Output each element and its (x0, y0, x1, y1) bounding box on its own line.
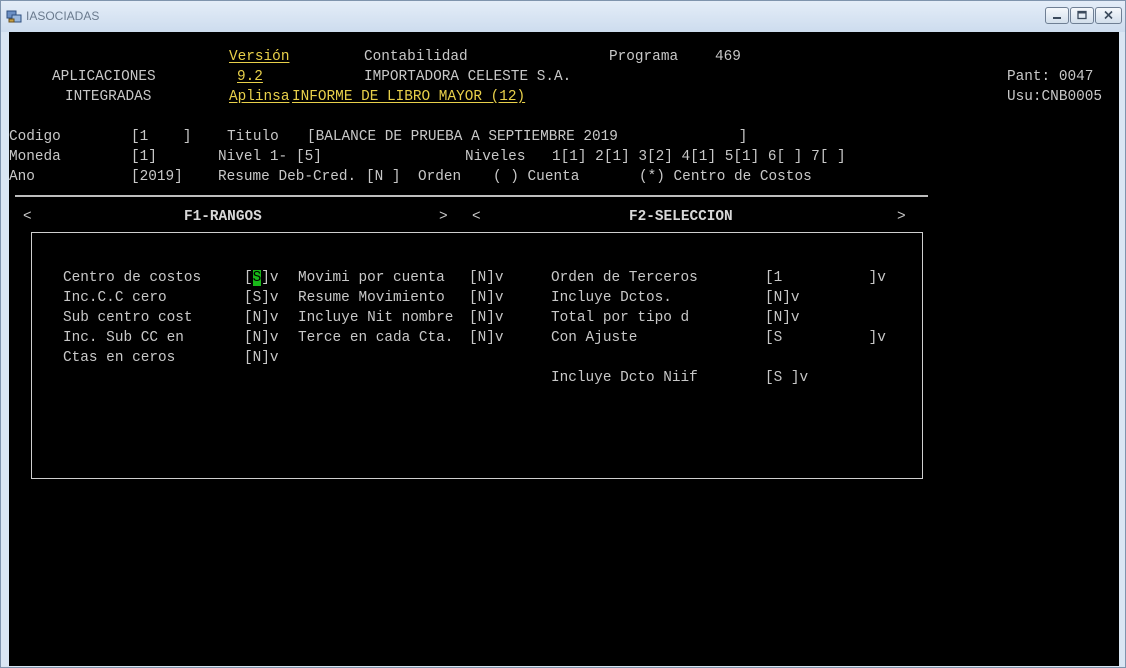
nivel-field[interactable]: [5] (296, 147, 322, 167)
resume-movimiento-label: Resume Movimiento (298, 290, 445, 306)
report-title: INFORME DE LIBRO MAYOR (12) (292, 89, 526, 105)
con-ajuste-field[interactable]: [S ]v (765, 328, 886, 348)
incluye-dctos-label: Incluye Dctos. (551, 290, 672, 306)
incluye-dctos-field[interactable]: [N]v (765, 288, 800, 308)
moneda-field[interactable]: [1] (131, 147, 157, 167)
ctas-ceros-field[interactable]: [N]v (244, 348, 279, 368)
f1-next-arrow[interactable]: > (439, 207, 448, 227)
terce-cta-label: Terce en cada Cta. (298, 330, 454, 346)
window-title: IASOCIADAS (26, 9, 100, 23)
minimize-button[interactable] (1045, 7, 1069, 24)
ano-field[interactable]: [2019] (131, 167, 183, 187)
incluye-nit-label: Incluye Nit nombre (298, 310, 454, 326)
resume-movimiento-field[interactable]: [N]v (469, 288, 504, 308)
terce-cta-field[interactable]: [N]v (469, 328, 504, 348)
movimi-cuenta-field[interactable]: [N]v (469, 268, 504, 288)
company-name: IMPORTADORA CELESTE S.A. (364, 69, 572, 85)
integrated-label: INTEGRADAS (65, 89, 152, 105)
application-window: IASOCIADAS Versión Contabilidad Programa… (0, 0, 1126, 668)
close-button[interactable] (1095, 7, 1122, 24)
separator (15, 195, 928, 197)
version-label: Versión (229, 49, 290, 65)
app-icon (6, 10, 22, 23)
total-tipo-field[interactable]: [N]v (765, 308, 800, 328)
ctas-ceros-label: Ctas en ceros (63, 350, 176, 366)
ano-label: Ano (9, 169, 35, 185)
panel-bottom-border (31, 478, 923, 479)
user-code: Usu:CNB0005 (1007, 89, 1102, 105)
title-bar[interactable]: IASOCIADAS (1, 1, 1125, 32)
movimi-cuenta-label: Movimi por cuenta (298, 270, 445, 286)
f2-prev-arrow[interactable]: < (472, 207, 481, 227)
incluye-nit-field[interactable]: [N]v (469, 308, 504, 328)
codigo-field[interactable]: [1 ] (131, 127, 191, 147)
orden-label: Orden (418, 169, 462, 185)
screen-number: Pant: 0047 (1007, 69, 1094, 85)
text-cursor[interactable]: S (252, 270, 262, 286)
niveles-label: Niveles (465, 149, 526, 165)
program-label: Programa (609, 49, 679, 65)
panel-left-border (31, 232, 32, 479)
module-name: Contabilidad (364, 49, 468, 65)
con-ajuste-label: Con Ajuste (551, 330, 638, 346)
orden-centro-option[interactable]: (*) Centro de Costos (639, 167, 812, 187)
sub-centro-label: Sub centro cost (63, 310, 193, 326)
titulo-label: Titulo (227, 129, 279, 145)
inc-sub-cc-label: Inc. Sub CC en (63, 330, 184, 346)
codigo-label: Codigo (9, 129, 61, 145)
bracket-close: ]v (261, 270, 279, 286)
incluye-niif-label: Incluye Dcto Niif (551, 370, 698, 386)
panel-top-border (31, 232, 923, 233)
version-value: 9.2 (237, 69, 263, 85)
f2-next-arrow[interactable]: > (897, 207, 906, 227)
maximize-icon (1077, 10, 1087, 20)
centro-costos-field[interactable]: [S]v (244, 268, 279, 288)
apps-label: APLICACIONES (52, 69, 156, 85)
panel-right-border (922, 232, 923, 479)
program-number: 469 (715, 49, 741, 65)
inc-cc-cero-label: Inc.C.C cero (63, 290, 167, 306)
titulo-field[interactable]: [BALANCE DE PRUEBA A SEPTIEMBRE 2019 ] (307, 127, 747, 147)
sub-centro-field[interactable]: [N]v (244, 308, 279, 328)
bracket-open: [ (244, 270, 253, 286)
resume-field[interactable]: [N ] (366, 167, 401, 187)
terminal-screen: Versión Contabilidad Programa 469 APLICA… (9, 32, 1119, 666)
orden-terceros-field[interactable]: [1 ]v (765, 268, 886, 288)
niveles-field[interactable]: 1[1] 2[1] 3[2] 4[1] 5[1] 6[ ] 7[ ] (552, 147, 846, 167)
minimize-icon (1053, 17, 1061, 19)
inc-sub-cc-field[interactable]: [N]v (244, 328, 279, 348)
f1-prev-arrow[interactable]: < (23, 207, 32, 227)
orden-terceros-label: Orden de Terceros (551, 270, 698, 286)
total-tipo-label: Total por tipo d (551, 310, 690, 326)
tab-f2-seleccion[interactable]: F2-SELECCION (629, 207, 733, 227)
close-icon (1104, 10, 1113, 20)
incluye-niif-field[interactable]: [S ]v (765, 368, 808, 388)
moneda-label: Moneda (9, 149, 61, 165)
resume-label: Resume Deb-Cred. (218, 169, 357, 185)
inc-cc-cero-field[interactable]: [S]v (244, 288, 279, 308)
centro-costos-label: Centro de costos (63, 270, 202, 286)
tab-f1-rangos[interactable]: F1-RANGOS (184, 207, 262, 227)
vendor-name: Aplinsa (229, 89, 290, 105)
maximize-button[interactable] (1070, 7, 1094, 24)
nivel-label: Nivel 1- (218, 149, 288, 165)
orden-cuenta-option[interactable]: ( ) Cuenta (493, 167, 579, 187)
